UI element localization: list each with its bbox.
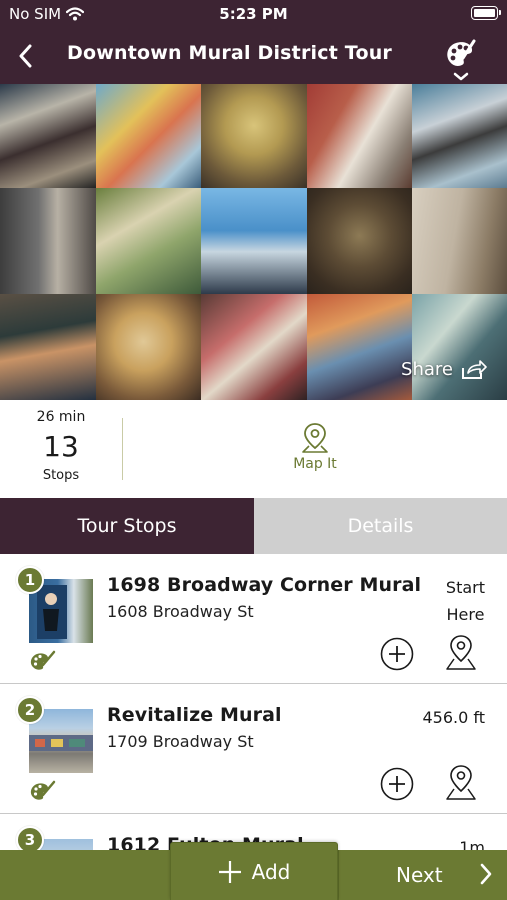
tour-mode-dropdown[interactable] <box>441 36 481 82</box>
palette-icon <box>447 39 476 81</box>
tour-hero-mosaic: Share <box>0 84 507 400</box>
stop-distance: 456.0 ft <box>422 704 485 731</box>
back-button[interactable] <box>10 38 42 74</box>
chevron-left-icon <box>19 44 32 68</box>
share-icon <box>462 359 487 379</box>
mural-photo <box>412 294 507 400</box>
tour-summary: 26 min 13 Stops Map It <box>0 400 507 498</box>
stop-name: Revitalize Mural <box>107 704 282 726</box>
mural-photo <box>96 188 201 294</box>
mural-photo <box>0 84 96 188</box>
stop-number-badge: 3 <box>16 826 44 850</box>
tour-stats: 26 min 13 Stops <box>0 400 122 498</box>
mural-photo <box>307 188 412 294</box>
tab-details[interactable]: Details <box>254 498 507 554</box>
stop-address: 1709 Broadway St <box>107 732 254 751</box>
map-pin-icon <box>302 423 328 453</box>
battery-icon <box>471 6 501 20</box>
plus-icon <box>218 860 241 883</box>
list-item[interactable]: 1 1698 Broadway Corner Mural 1608 Broadw… <box>0 554 507 684</box>
stop-distance-line: 456.0 ft <box>422 708 485 727</box>
map-it-label: Map It <box>293 456 337 472</box>
add-stop-button[interactable] <box>380 767 414 801</box>
stop-address: 1608 Broadway St <box>107 602 254 621</box>
stop-distance: Start Here <box>446 574 485 628</box>
mural-photo <box>201 84 307 188</box>
share-label: Share <box>401 359 453 380</box>
stop-name: 1698 Broadway Corner Mural <box>107 574 422 596</box>
stop-unit-label: Stops <box>42 468 80 483</box>
status-bar: No SIM 5:23 PM <box>0 0 507 28</box>
mural-photo <box>0 294 96 400</box>
mural-photo <box>201 188 307 294</box>
stop-distance-line: Here <box>446 605 485 624</box>
mural-photo <box>412 188 507 294</box>
mural-photo <box>412 84 507 188</box>
tour-stop-list: 1 1698 Broadway Corner Mural 1608 Broadw… <box>0 554 507 850</box>
stop-number-badge: 2 <box>16 696 44 724</box>
tour-duration: 26 min <box>36 409 86 425</box>
navigation-bar: Downtown Mural District Tour <box>0 28 507 84</box>
palette-icon <box>30 650 56 670</box>
add-button[interactable]: Add <box>170 842 338 900</box>
mural-photo <box>307 84 412 188</box>
mural-photo <box>96 84 201 188</box>
add-button-label: Add <box>251 859 291 884</box>
chevron-right-icon <box>480 863 492 885</box>
mural-photo <box>201 294 307 400</box>
map-pin-button[interactable] <box>444 634 478 672</box>
page-title: Downtown Mural District Tour <box>67 42 392 64</box>
mural-photo <box>96 294 201 400</box>
stop-number-badge: 1 <box>16 566 44 594</box>
mural-photo <box>307 294 412 400</box>
list-item[interactable]: 2 Revitalize Mural 1709 Broadway St 456.… <box>0 684 507 814</box>
stop-distance-line: Start <box>445 578 485 597</box>
palette-icon <box>30 780 56 800</box>
divider <box>122 418 123 480</box>
share-button[interactable]: Share <box>401 359 487 380</box>
stop-count: 13 <box>43 430 79 463</box>
add-stop-button[interactable] <box>380 637 414 671</box>
clock: 5:23 PM <box>219 5 288 23</box>
mural-photo <box>0 188 96 294</box>
tab-tour-stops[interactable]: Tour Stops <box>0 498 254 554</box>
next-button[interactable]: Next <box>339 850 507 900</box>
tab-bar: Tour Stops Details <box>0 498 507 554</box>
next-button-label: Next <box>396 863 443 887</box>
map-pin-button[interactable] <box>444 764 478 802</box>
tour-screen: No SIM 5:23 PM Downtown Mural District T… <box>0 0 507 900</box>
map-it-button[interactable]: Map It <box>260 422 370 472</box>
stop-distance-line: 1m <box>459 838 485 850</box>
stop-distance: 1m <box>459 834 485 850</box>
